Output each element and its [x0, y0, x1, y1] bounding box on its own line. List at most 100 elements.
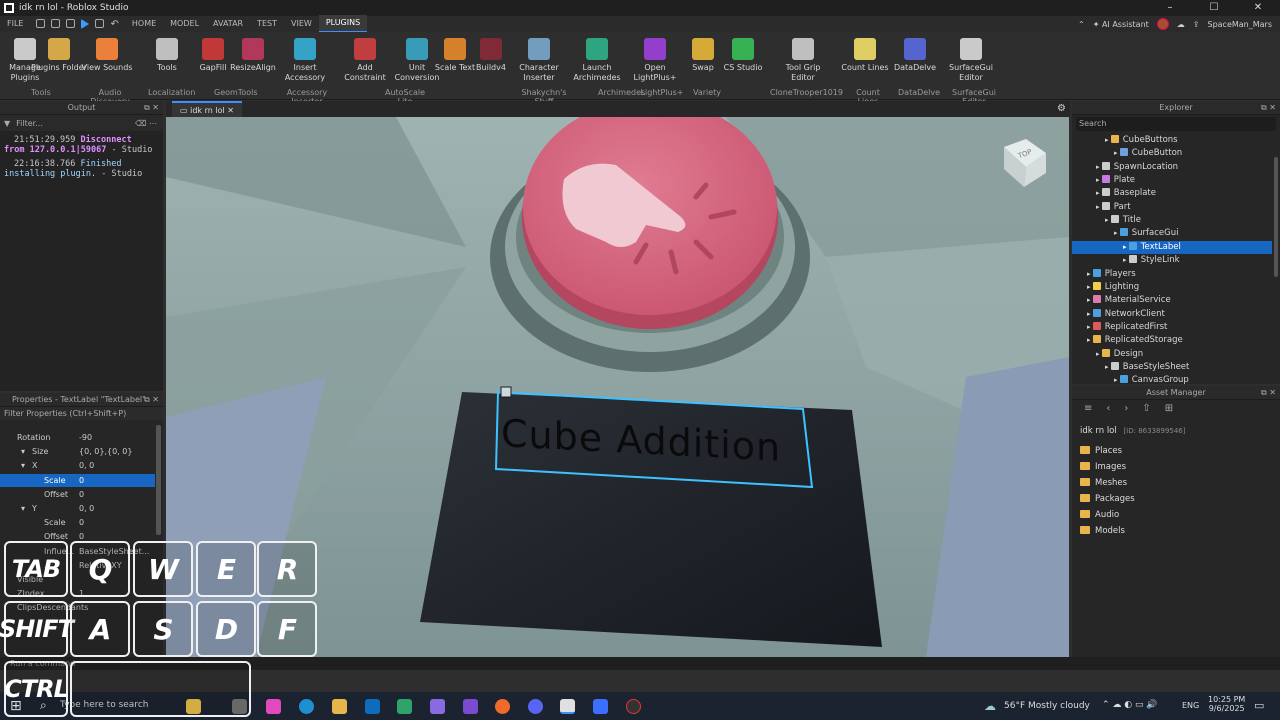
stop-icon[interactable] [95, 18, 105, 28]
tab-idk-rn-lol[interactable]: ▭ idk rn lol ✕ [172, 101, 242, 117]
property-row[interactable]: Scale 0 [0, 473, 155, 487]
publish-icon[interactable] [66, 18, 76, 28]
property-row[interactable]: Offset 0 [0, 488, 155, 501]
tree-arrow-icon[interactable]: ▸ [1123, 256, 1129, 264]
tree-arrow-icon[interactable]: ▸ [1087, 310, 1093, 318]
property-value[interactable]: 0 [79, 488, 84, 501]
explorer-item[interactable]: ▸ Baseplate [1072, 187, 1272, 200]
play-icon[interactable] [81, 18, 90, 29]
tree-arrow-icon[interactable]: ▸ [1105, 216, 1111, 224]
discord-icon[interactable] [528, 699, 543, 714]
explorer-item[interactable]: ▸ Title [1072, 214, 1272, 227]
explorer-item[interactable]: ▸ TextLabel [1072, 240, 1272, 254]
language-indicator[interactable]: ENG [1182, 701, 1199, 710]
ai-assistant-button[interactable]: ✦ AI Assistant [1093, 20, 1149, 29]
explorer-item[interactable]: ▸ SurfaceGui [1072, 227, 1272, 240]
username[interactable]: SpaceMan_Mars [1207, 20, 1272, 29]
asset-manager-close-icon[interactable]: ⧉ ✕ [1261, 386, 1276, 400]
explorer-item[interactable]: ▸ Plate [1072, 174, 1272, 187]
properties-scrollbar[interactable] [156, 425, 161, 535]
asset-folder[interactable]: Packages [1080, 494, 1135, 504]
tab-view[interactable]: VIEW [284, 16, 319, 32]
expand-arrow-icon[interactable]: ▾ [21, 459, 25, 472]
tree-arrow-icon[interactable]: ▸ [1087, 336, 1093, 344]
plugin-button-12[interactable]: Launch Archimedes [569, 36, 625, 83]
tray-icons[interactable]: ⌃ ☁ ◐ ▭ 🔊 [1102, 700, 1158, 710]
grid-icon[interactable]: ⊞ [1165, 403, 1173, 414]
asset-folder[interactable]: Meshes [1080, 478, 1127, 488]
explorer-item[interactable]: ▸ MaterialService [1072, 294, 1272, 307]
tree-arrow-icon[interactable]: ▸ [1096, 189, 1102, 197]
tab-home[interactable]: HOME [125, 16, 163, 32]
plugin-button-6[interactable]: Insert Accessory [277, 36, 333, 83]
back-icon[interactable]: ‹ [1106, 403, 1110, 414]
gear-icon[interactable]: ⚙ [1057, 103, 1066, 114]
plugin-button-16[interactable]: Tool Grip Editor [775, 36, 831, 83]
store-icon[interactable] [397, 699, 412, 714]
tree-arrow-icon[interactable]: ▸ [1087, 323, 1093, 331]
explorer-item[interactable]: ▸ Part [1072, 201, 1272, 214]
filter-icon[interactable]: ▼ [4, 119, 10, 128]
maximize-button[interactable]: ☐ [1192, 0, 1236, 16]
plugin-button-18[interactable]: DataDelve [887, 36, 943, 73]
explorer-close-icon[interactable]: ⧉ ✕ [1261, 101, 1276, 115]
plugin-button-7[interactable]: Add Constraint [337, 36, 393, 83]
property-row[interactable]: Scale 0 [0, 516, 155, 529]
obs-icon[interactable] [626, 699, 641, 714]
share-icon[interactable]: ⇪ [1193, 20, 1200, 29]
property-value[interactable]: 0 [79, 474, 84, 487]
minimize-button[interactable]: – [1148, 0, 1192, 16]
plugin-button-15[interactable]: CS Studio [715, 36, 771, 73]
tree-arrow-icon[interactable]: ▸ [1087, 270, 1093, 278]
roblox-studio-taskbar-icon[interactable] [560, 699, 575, 714]
plugin-button-19[interactable]: SurfaceGui Editor [943, 36, 999, 83]
plugin-button-11[interactable]: Character Inserter [511, 36, 567, 83]
close-window-button[interactable]: ✕ [1236, 0, 1280, 16]
tree-arrow-icon[interactable]: ▸ [1105, 136, 1111, 144]
explorer-item[interactable]: ▸ CubeButtons [1072, 134, 1272, 147]
app-icon[interactable] [430, 699, 445, 714]
list-icon[interactable]: ≡ [1084, 403, 1092, 414]
clock[interactable]: 10:25 PM 9/6/2025 [1208, 695, 1245, 713]
tree-arrow-icon[interactable]: ▸ [1114, 376, 1120, 384]
notification-icon[interactable]: ▭ [1254, 699, 1264, 712]
properties-close-icon[interactable]: ⧉ ✕ [144, 393, 159, 407]
visual-studio-icon[interactable] [463, 699, 478, 714]
asset-folder[interactable]: Models [1080, 526, 1125, 536]
weather-text[interactable]: 56°F Mostly cloudy [1004, 701, 1090, 711]
copilot-app-icon[interactable] [266, 699, 281, 714]
plugin-button-17[interactable]: Count Lines [837, 36, 893, 73]
expand-arrow-icon[interactable]: ▾ [21, 445, 25, 458]
forward-icon[interactable]: › [1124, 403, 1128, 414]
property-row[interactable]: Rotation -90 [0, 431, 155, 444]
firefox-icon[interactable] [495, 699, 510, 714]
tree-arrow-icon[interactable]: ▸ [1096, 176, 1102, 184]
plugin-button-2[interactable]: View Sounds [79, 36, 135, 73]
tree-arrow-icon[interactable]: ▸ [1096, 350, 1102, 358]
tree-arrow-icon[interactable]: ▸ [1096, 163, 1102, 171]
new-file-icon[interactable] [36, 18, 46, 28]
asset-folder[interactable]: Places [1080, 446, 1122, 456]
explorer-search-input[interactable]: Search [1076, 117, 1276, 131]
explorer-item[interactable]: ▸ CubeButton [1072, 147, 1272, 160]
explorer-item[interactable]: ▸ BaseStyleSheet [1072, 361, 1272, 374]
chevron-icon[interactable]: ⌃ [1078, 20, 1085, 29]
tree-arrow-icon[interactable]: ▸ [1105, 363, 1111, 371]
explorer-item[interactable]: ▸ StyleLink [1072, 254, 1272, 267]
tab-avatar[interactable]: AVATAR [206, 16, 250, 32]
explorer-item[interactable]: ▸ ReplicatedFirst [1072, 321, 1272, 334]
property-row[interactable]: ▾ Y 0, 0 [0, 502, 155, 515]
explorer-item[interactable]: ▸ Design [1072, 348, 1272, 361]
explorer-scrollbar[interactable] [1274, 157, 1278, 277]
property-value[interactable]: -90 [79, 431, 92, 444]
tab-model[interactable]: MODEL [163, 16, 206, 32]
roblox-taskbar-icon[interactable] [593, 699, 608, 714]
close-tab-icon[interactable]: ✕ [227, 106, 234, 115]
tab-test[interactable]: TEST [250, 16, 284, 32]
output-close-icon[interactable]: ⧉ ✕ [144, 101, 159, 115]
property-value[interactable]: 0, 0 [79, 459, 94, 472]
output-filter-input[interactable]: Filter... [16, 119, 43, 128]
property-value[interactable]: 0, 0 [79, 502, 94, 515]
outlook-icon[interactable] [365, 699, 380, 714]
tree-arrow-icon[interactable]: ▸ [1123, 243, 1129, 251]
